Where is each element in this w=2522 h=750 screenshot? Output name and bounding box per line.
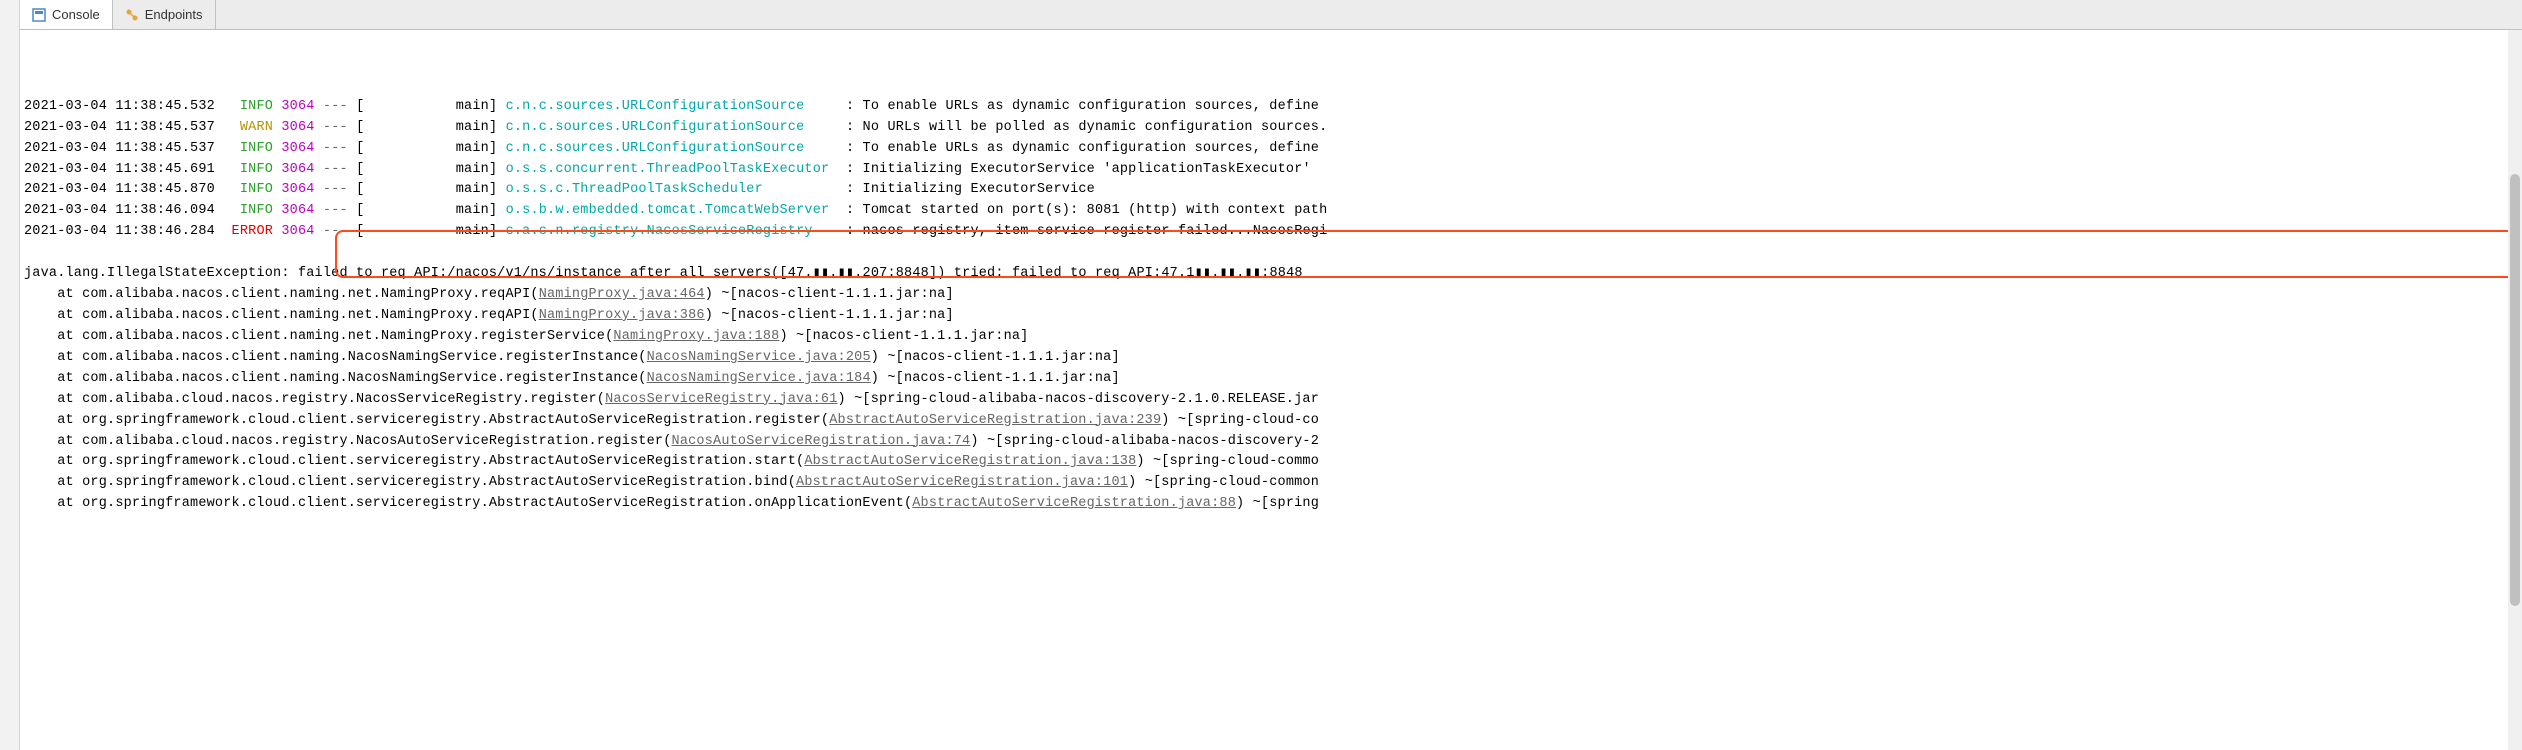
log-line: 2021-03-04 11:38:45.537 WARN 3064 --- [ … (24, 118, 2522, 139)
stack-frame: at com.alibaba.nacos.client.naming.Nacos… (24, 369, 2522, 390)
blank-line (24, 243, 2522, 264)
stack-frame: at com.alibaba.nacos.client.naming.net.N… (24, 327, 2522, 348)
endpoints-icon (125, 8, 139, 22)
console-output[interactable]: 2021-03-04 11:38:45.532 INFO 3064 --- [ … (20, 30, 2522, 750)
source-link[interactable]: NacosNamingService.java:184 (647, 371, 871, 386)
source-link[interactable]: NamingProxy.java:464 (539, 287, 705, 302)
stack-frame: at org.springframework.cloud.client.serv… (24, 411, 2522, 432)
stack-frame: at com.alibaba.nacos.client.naming.net.N… (24, 285, 2522, 306)
scrollbar-thumb[interactable] (2510, 174, 2520, 606)
log-line: 2021-03-04 11:38:46.094 INFO 3064 --- [ … (24, 201, 2522, 222)
editor-gutter (0, 0, 20, 750)
console-icon (32, 8, 46, 22)
log-line: 2021-03-04 11:38:45.691 INFO 3064 --- [ … (24, 160, 2522, 181)
stack-frame: at com.alibaba.nacos.client.naming.net.N… (24, 306, 2522, 327)
log-line: 2021-03-04 11:38:45.532 INFO 3064 --- [ … (24, 97, 2522, 118)
log-line: 2021-03-04 11:38:45.537 INFO 3064 --- [ … (24, 139, 2522, 160)
stack-frame: at com.alibaba.cloud.nacos.registry.Naco… (24, 432, 2522, 453)
source-link[interactable]: AbstractAutoServiceRegistration.java:138 (804, 454, 1136, 469)
source-link[interactable]: NacosNamingService.java:205 (647, 350, 871, 365)
source-link[interactable]: AbstractAutoServiceRegistration.java:88 (912, 496, 1236, 511)
source-link[interactable]: AbstractAutoServiceRegistration.java:101 (796, 475, 1128, 490)
tool-window-tabs: Console Endpoints (20, 0, 2522, 30)
log-line: 2021-03-04 11:38:46.284 ERROR 3064 --- [… (24, 222, 2522, 243)
stack-frame: at org.springframework.cloud.client.serv… (24, 494, 2522, 515)
tab-endpoints[interactable]: Endpoints (113, 0, 216, 29)
vertical-scrollbar[interactable] (2508, 30, 2522, 750)
exception-header: java.lang.IllegalStateException: failed … (24, 264, 2522, 285)
source-link[interactable]: NacosServiceRegistry.java:61 (605, 392, 837, 407)
stack-frame: at com.alibaba.cloud.nacos.registry.Naco… (24, 390, 2522, 411)
source-link[interactable]: AbstractAutoServiceRegistration.java:239 (829, 413, 1161, 428)
tab-console[interactable]: Console (20, 0, 113, 29)
tab-label: Console (52, 7, 100, 22)
source-link[interactable]: NamingProxy.java:386 (539, 308, 705, 323)
stack-frame: at com.alibaba.nacos.client.naming.Nacos… (24, 348, 2522, 369)
stack-frame: at org.springframework.cloud.client.serv… (24, 473, 2522, 494)
source-link[interactable]: NamingProxy.java:188 (613, 329, 779, 344)
stack-frame: at org.springframework.cloud.client.serv… (24, 452, 2522, 473)
tab-label: Endpoints (145, 7, 203, 22)
source-link[interactable]: NacosAutoServiceRegistration.java:74 (672, 434, 971, 449)
log-line: 2021-03-04 11:38:45.870 INFO 3064 --- [ … (24, 180, 2522, 201)
